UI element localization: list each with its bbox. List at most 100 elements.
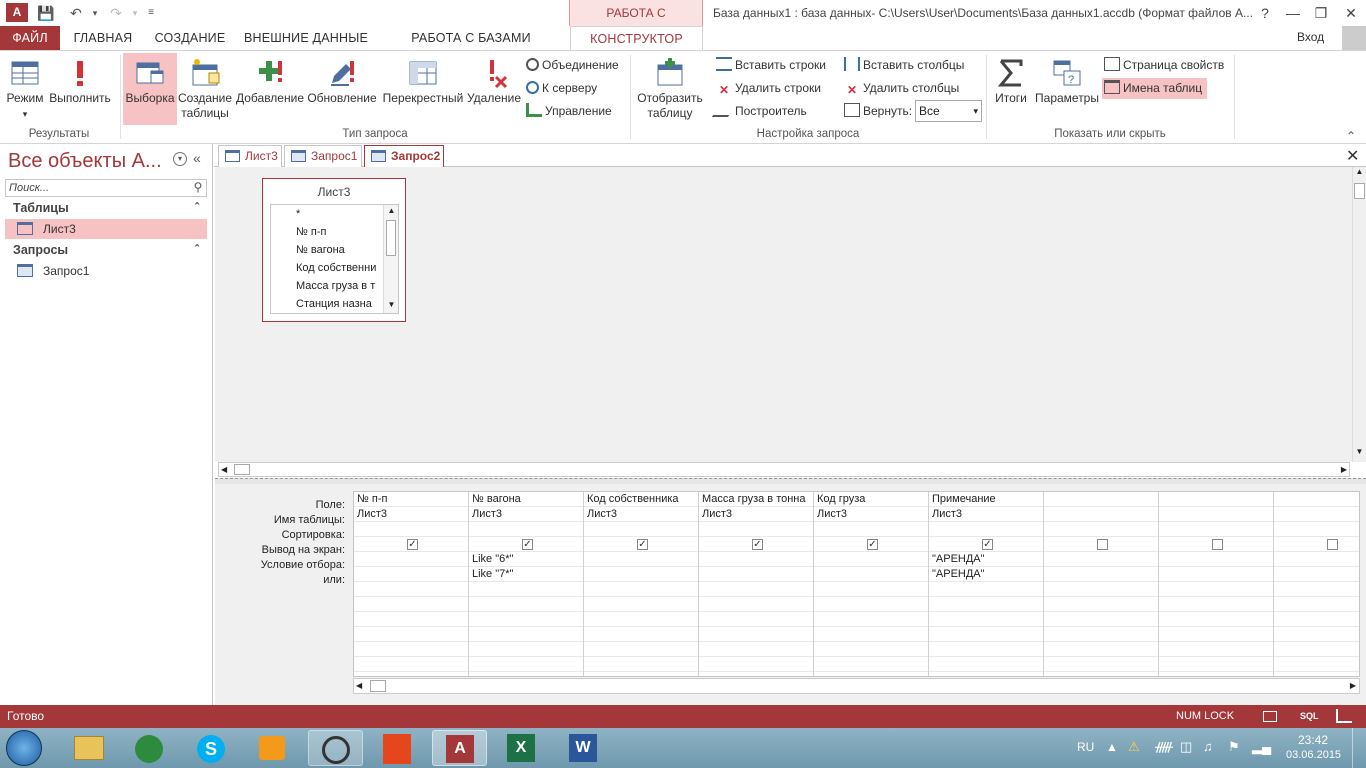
grid-cell-empty[interactable]: [814, 627, 928, 642]
grid-cell-or[interactable]: [1274, 567, 1359, 582]
grid-column[interactable]: № п-п Лист3 ✓: [354, 492, 469, 676]
grid-cell-empty[interactable]: [814, 642, 928, 657]
scroll-left-icon[interactable]: ◀: [356, 679, 362, 693]
field-item[interactable]: № п-п: [296, 223, 382, 241]
network-icon[interactable]: ◫: [1180, 739, 1192, 755]
totals-button[interactable]: Итоги: [990, 53, 1032, 125]
restore-button[interactable]: ❐: [1306, 0, 1336, 26]
grid-cell-field[interactable]: Код груза: [814, 492, 928, 507]
tab-create[interactable]: СОЗДАНИЕ: [150, 26, 230, 50]
scroll-thumb[interactable]: [1354, 183, 1365, 199]
grid-cell-field[interactable]: № п-п: [354, 492, 468, 507]
taskbar-explorer[interactable]: [62, 730, 117, 766]
nav-group-tables[interactable]: Таблицы ˆ: [5, 198, 207, 218]
show-checkbox-cell[interactable]: ✓: [929, 537, 1043, 552]
grid-cell-table[interactable]: Лист3: [929, 507, 1043, 522]
grid-cell-empty[interactable]: [699, 657, 813, 672]
clock-time[interactable]: 23:42: [1298, 733, 1328, 747]
show-checkbox-cell[interactable]: ✓: [699, 537, 813, 552]
grid-cell-empty[interactable]: [814, 582, 928, 597]
scroll-up-icon[interactable]: ▲: [1353, 167, 1366, 181]
field-list-scrollbar[interactable]: ▲ ▼: [383, 205, 398, 313]
taskbar-downloader[interactable]: [122, 730, 177, 766]
show-checkbox-cell[interactable]: ✓: [814, 537, 928, 552]
show-checkbox-cell[interactable]: [1044, 537, 1158, 552]
show-checkbox-cell[interactable]: ✓: [354, 537, 468, 552]
grid-cell-empty[interactable]: [354, 612, 468, 627]
grid-cell-criteria[interactable]: [584, 552, 698, 567]
doc-tab-query2-active[interactable]: Запрос2: [364, 145, 444, 167]
scroll-up-icon[interactable]: ▲: [385, 206, 398, 218]
tab-external-data[interactable]: ВНЕШНИЕ ДАННЫЕ: [242, 26, 370, 50]
grid-cell-empty[interactable]: [1044, 642, 1158, 657]
show-checkbox-cell[interactable]: [1159, 537, 1273, 552]
select-query-button[interactable]: Выборка: [123, 53, 177, 125]
crosstab-button[interactable]: Перекрестный: [380, 53, 466, 125]
grid-cell-field[interactable]: [1274, 492, 1359, 507]
grid-column[interactable]: [1044, 492, 1159, 676]
datasheet-view-icon[interactable]: [1263, 711, 1277, 722]
parameters-button[interactable]: ? Параметры: [1033, 53, 1101, 125]
tab-home[interactable]: ГЛАВНАЯ: [68, 26, 138, 50]
grid-cell-criteria[interactable]: [1274, 552, 1359, 567]
grid-cell-sort[interactable]: [584, 522, 698, 537]
scroll-thumb[interactable]: [386, 220, 396, 256]
grid-cell-empty[interactable]: [469, 612, 583, 627]
save-icon[interactable]: 💾: [37, 4, 55, 22]
grid-cell-empty[interactable]: [699, 597, 813, 612]
grid-cell-table[interactable]: [1274, 507, 1359, 522]
grid-cell-table[interactable]: Лист3: [814, 507, 928, 522]
grid-cell-table[interactable]: Лист3: [469, 507, 583, 522]
grid-cell-table[interactable]: [1159, 507, 1273, 522]
undo-dropdown-icon[interactable]: ▾: [86, 4, 104, 22]
bluetooth-icon[interactable]: ᚏ: [1155, 739, 1173, 755]
grid-cell-field[interactable]: [1044, 492, 1158, 507]
sign-in-link[interactable]: Вход: [1297, 30, 1324, 44]
scroll-thumb[interactable]: [370, 680, 386, 692]
taskbar-access[interactable]: A: [432, 730, 487, 766]
grid-cell-sort[interactable]: [929, 522, 1043, 537]
grid-column[interactable]: Масса груза в тонна Лист3 ✓: [699, 492, 814, 676]
close-window-button[interactable]: ✕: [1336, 0, 1366, 26]
nav-group-queries[interactable]: Запросы ˆ: [5, 240, 207, 260]
show-desktop-button[interactable]: [1352, 728, 1366, 768]
scroll-down-icon[interactable]: ▼: [385, 300, 398, 312]
scroll-right-icon[interactable]: ▶: [1341, 463, 1347, 476]
grid-cell-criteria[interactable]: [1044, 552, 1158, 567]
minimize-button[interactable]: —: [1278, 0, 1308, 26]
field-item[interactable]: *: [296, 205, 382, 223]
field-list[interactable]: * № п-п № вагона Код собственни Масса гр…: [270, 204, 399, 314]
delete-columns-button[interactable]: ✕ Удалить столбцы: [844, 78, 959, 99]
scroll-left-icon[interactable]: ◀: [221, 463, 227, 476]
taskbar-skype[interactable]: S: [184, 730, 239, 766]
grid-cell-empty[interactable]: [1159, 612, 1273, 627]
show-checkbox[interactable]: ✓: [752, 539, 763, 550]
delete-query-button[interactable]: Удаление: [466, 53, 522, 125]
property-sheet-button[interactable]: Страница свойств: [1104, 55, 1224, 76]
close-document-icon[interactable]: ✕: [1346, 146, 1359, 166]
grid-cell-or[interactable]: Like "7*": [469, 567, 583, 582]
data-definition-button[interactable]: Управление: [526, 101, 612, 122]
grid-cell-field[interactable]: Код собственника: [584, 492, 698, 507]
grid-cell-criteria[interactable]: Like "6*": [469, 552, 583, 567]
nav-search-input[interactable]: Поиск...: [5, 179, 207, 197]
signal-icon[interactable]: ▂▄: [1252, 739, 1271, 755]
union-button[interactable]: Объединение: [526, 55, 619, 76]
search-icon[interactable]: ⚲: [190, 180, 206, 196]
grid-cell-empty[interactable]: [1159, 597, 1273, 612]
grid-cell-empty[interactable]: [1044, 612, 1158, 627]
run-button[interactable]: Выполнить: [47, 53, 113, 125]
grid-cell-table[interactable]: [1044, 507, 1158, 522]
show-checkbox[interactable]: [1212, 539, 1223, 550]
grid-cell-empty[interactable]: [1044, 657, 1158, 672]
grid-cell-empty[interactable]: [354, 642, 468, 657]
grid-cell-empty[interactable]: [1044, 582, 1158, 597]
flag-icon[interactable]: ⚑: [1228, 739, 1240, 755]
grid-cell-or[interactable]: [1159, 567, 1273, 582]
show-hidden-icons-icon[interactable]: ▲: [1106, 740, 1118, 754]
grid-cell-empty[interactable]: [584, 597, 698, 612]
grid-cell-empty[interactable]: [584, 612, 698, 627]
field-item[interactable]: Станция назна: [296, 295, 382, 313]
insert-columns-button[interactable]: Вставить столбцы: [844, 55, 964, 76]
grid-cell-table[interactable]: Лист3: [699, 507, 813, 522]
